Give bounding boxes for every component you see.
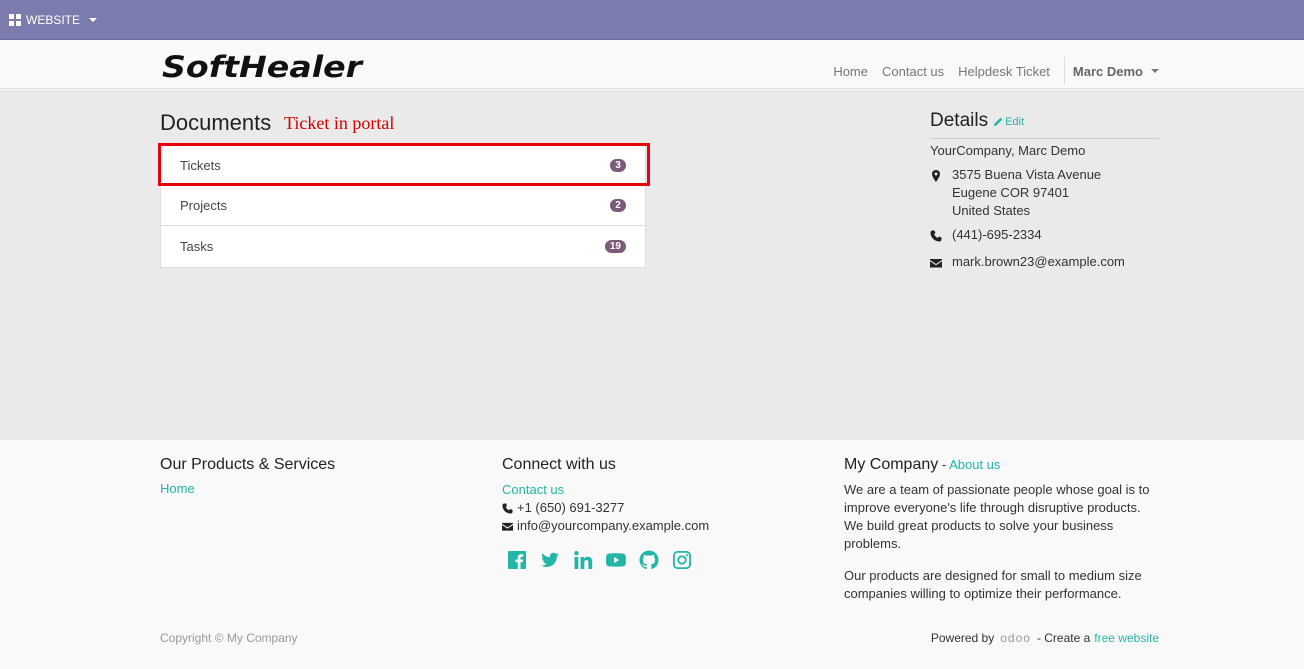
site-header: SoftHealer Home Contact us Helpdesk Tick… (0, 41, 1304, 89)
apps-grid-icon (9, 14, 21, 26)
list-item-label: Tickets (180, 158, 221, 173)
main-content: Documents Ticket in portal Tickets 3 Pro… (0, 90, 1304, 440)
products-title: Our Products & Services (160, 456, 336, 473)
company-heading: My Company - About us (844, 456, 1160, 474)
admin-bar: WEBSITE (0, 0, 1304, 40)
address-line: 3575 Buena Vista Avenue (952, 167, 1102, 182)
count-badge: 3 (610, 159, 626, 172)
caret-down-icon (89, 18, 98, 22)
list-item-projects[interactable]: Projects 2 (161, 186, 645, 226)
title-separator: - (938, 457, 950, 472)
copyright-text: Copyright © My Company (160, 631, 298, 645)
footer-phone-number: +1 (650) 691-3277 (517, 500, 625, 515)
facebook-icon[interactable] (507, 550, 527, 570)
details-title: Details (930, 110, 989, 131)
list-item-label: Projects (180, 198, 227, 213)
powered-by: Powered by odoo - Create a free website (931, 631, 1159, 645)
user-menu[interactable]: Marc Demo (1063, 57, 1159, 85)
youtube-icon[interactable] (606, 550, 626, 570)
details-panel: Details Edit YourCompany, Marc Demo 3575… (930, 110, 1159, 274)
company-title: My Company (844, 456, 939, 473)
count-badge: 2 (610, 199, 626, 212)
twitter-icon[interactable] (540, 550, 560, 570)
footer-company: My Company - About us We are a team of p… (844, 456, 1160, 617)
list-item-tasks[interactable]: Tasks 19 (161, 226, 645, 267)
email-address: mark.brown23@example.com (952, 254, 1125, 269)
nav-contact-us[interactable]: Contact us (882, 64, 944, 79)
list-item-label: Tasks (180, 239, 214, 254)
map-marker-icon (930, 166, 952, 220)
user-name: Marc Demo (1072, 63, 1143, 79)
free-website-link[interactable]: free website (1094, 631, 1159, 645)
address-line: United States (952, 203, 1031, 218)
address-line: Eugene COR 97401 (952, 185, 1070, 200)
phone-row: (441)-695-2334 (930, 226, 1159, 247)
svg-text:SoftHealer: SoftHealer (162, 50, 364, 82)
details-header: Details Edit (930, 110, 1159, 139)
phone-icon (930, 226, 952, 247)
website-menu-label: WEBSITE (26, 13, 81, 27)
nav-home[interactable]: Home (833, 64, 868, 79)
company-description: Our products are designed for small to m… (844, 568, 1142, 601)
email-row: mark.brown23@example.com (930, 253, 1159, 274)
pencil-icon (994, 117, 1003, 126)
count-badge: 19 (604, 240, 626, 253)
footer-contact-link[interactable]: Contact us (502, 481, 564, 499)
edit-link[interactable]: Edit (994, 116, 1024, 128)
connect-title: Connect with us (502, 456, 616, 473)
footer-connect: Connect with us Contact us +1 (650) 691-… (502, 456, 709, 570)
envelope-icon (502, 522, 513, 531)
annotation-label: Ticket in portal (284, 113, 395, 133)
address-row: 3575 Buena Vista Avenue Eugene COR 97401… (930, 166, 1159, 220)
instagram-icon[interactable] (672, 550, 692, 570)
website-menu-button[interactable]: WEBSITE (9, 13, 98, 27)
footer-phone: +1 (650) 691-3277 (502, 499, 709, 517)
phone-number: (441)-695-2334 (952, 227, 1042, 242)
linkedin-icon[interactable] (573, 550, 593, 570)
main-nav: Home Contact us Helpdesk Ticket Marc Dem… (819, 57, 1159, 85)
footer-email-address: info@yourcompany.example.com (517, 518, 710, 533)
nav-helpdesk-ticket[interactable]: Helpdesk Ticket (958, 64, 1050, 79)
list-item-tickets[interactable]: Tickets 3 (161, 146, 645, 186)
footer-home-link[interactable]: Home (160, 481, 195, 496)
company-name: YourCompany, Marc Demo (930, 143, 1086, 158)
footer-products: Our Products & Services Home (160, 456, 335, 496)
documents-list: Tickets 3 Projects 2 Tasks 19 (160, 145, 646, 268)
about-us-link[interactable]: About us (949, 457, 1000, 472)
company-description: We are a team of passionate people whose… (844, 482, 1150, 551)
caret-down-icon (1151, 69, 1159, 73)
social-links (507, 550, 709, 570)
envelope-icon (930, 253, 952, 274)
softhealer-logo[interactable]: SoftHealer (162, 50, 364, 84)
site-footer: Our Products & Services Home Connect wit… (0, 440, 1304, 669)
powered-by-label: Powered by (930, 631, 995, 645)
odoo-logo[interactable]: odoo (1000, 631, 1031, 645)
create-text: - Create a (1036, 631, 1091, 645)
documents-title: Documents (160, 110, 272, 135)
footer-email: info@yourcompany.example.com (502, 517, 709, 535)
phone-icon (502, 502, 513, 514)
edit-label: Edit (1005, 115, 1025, 128)
github-icon[interactable] (639, 550, 659, 570)
